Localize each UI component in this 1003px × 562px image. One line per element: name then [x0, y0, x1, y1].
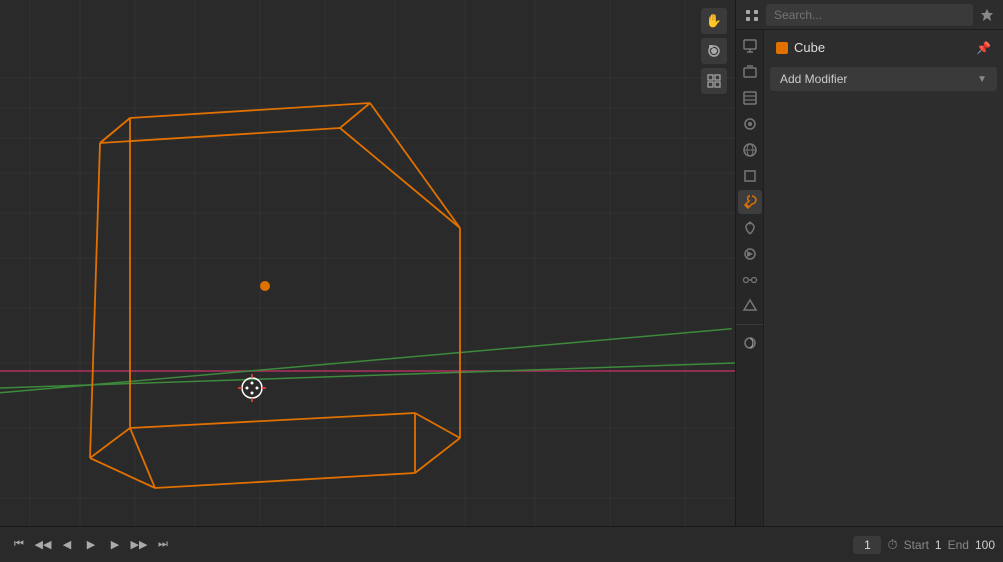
object-name-row: Cube 📌 — [770, 36, 997, 59]
dropdown-arrow-icon: ▼ — [977, 74, 987, 85]
add-modifier-button[interactable]: Add Modifier ▼ — [770, 67, 997, 91]
camera-tool-btn[interactable] — [701, 38, 727, 64]
add-modifier-label: Add Modifier — [780, 72, 847, 86]
next-keyframe-btn[interactable]: ▶▶ — [128, 534, 150, 556]
tab-particles[interactable] — [738, 216, 762, 240]
timeline-bar: ⏮ ◀◀ ◀ ▶ ▶ ▶▶ ⏭ 1 ⏱ Start 1 End 100 — [0, 526, 1003, 562]
properties-content: Cube 📌 Add Modifier ▼ — [764, 30, 1003, 526]
start-label: Start — [904, 538, 929, 552]
properties-tabs-area: Cube 📌 Add Modifier ▼ — [736, 30, 1003, 526]
tab-view-layer[interactable] — [738, 86, 762, 110]
end-value[interactable]: 100 — [975, 538, 995, 552]
jump-end-btn[interactable]: ⏭ — [152, 534, 174, 556]
tab-render[interactable] — [738, 34, 762, 58]
current-frame-value[interactable]: 1 — [853, 536, 881, 554]
object-color-indicator — [776, 42, 788, 54]
main-area: ✋ — [0, 0, 1003, 526]
step-back-btn[interactable]: ◀ — [56, 534, 78, 556]
properties-tabs — [736, 30, 764, 526]
properties-panel: Cube 📌 Add Modifier ▼ — [735, 0, 1003, 526]
tab-output[interactable] — [738, 60, 762, 84]
frame-section: 1 ⏱ Start 1 End 100 — [853, 536, 995, 554]
hand-tool-btn[interactable]: ✋ — [701, 8, 727, 34]
tab-material[interactable] — [738, 331, 762, 355]
properties-search-input[interactable] — [766, 4, 973, 26]
tab-scene[interactable] — [738, 112, 762, 136]
tab-data[interactable] — [738, 294, 762, 318]
properties-pin-btn[interactable] — [977, 5, 997, 25]
tab-modifier[interactable] — [738, 190, 762, 214]
timeline-controls: ⏮ ◀◀ ◀ ▶ ▶ ▶▶ ⏭ — [8, 534, 174, 556]
end-label: End — [948, 538, 969, 552]
tab-object[interactable] — [738, 164, 762, 188]
prev-keyframe-btn[interactable]: ◀◀ — [32, 534, 54, 556]
tab-world[interactable] — [738, 138, 762, 162]
start-value[interactable]: 1 — [935, 538, 942, 552]
object-pin-icon[interactable]: 📌 — [976, 41, 991, 55]
tab-constraints[interactable] — [738, 268, 762, 292]
viewport-tools: ✋ — [701, 8, 727, 94]
viewport-grid — [0, 0, 735, 526]
object-name-label: Cube — [794, 40, 970, 55]
viewport[interactable]: ✋ — [0, 0, 735, 526]
tab-physics[interactable] — [738, 242, 762, 266]
jump-start-btn[interactable]: ⏮ — [8, 534, 30, 556]
step-fwd-btn[interactable]: ▶ — [104, 534, 126, 556]
play-btn[interactable]: ▶ — [80, 534, 102, 556]
properties-menu-icon[interactable] — [742, 5, 762, 25]
properties-header — [736, 0, 1003, 30]
clock-icon: ⏱ — [887, 537, 897, 553]
overlay-btn[interactable] — [701, 68, 727, 94]
